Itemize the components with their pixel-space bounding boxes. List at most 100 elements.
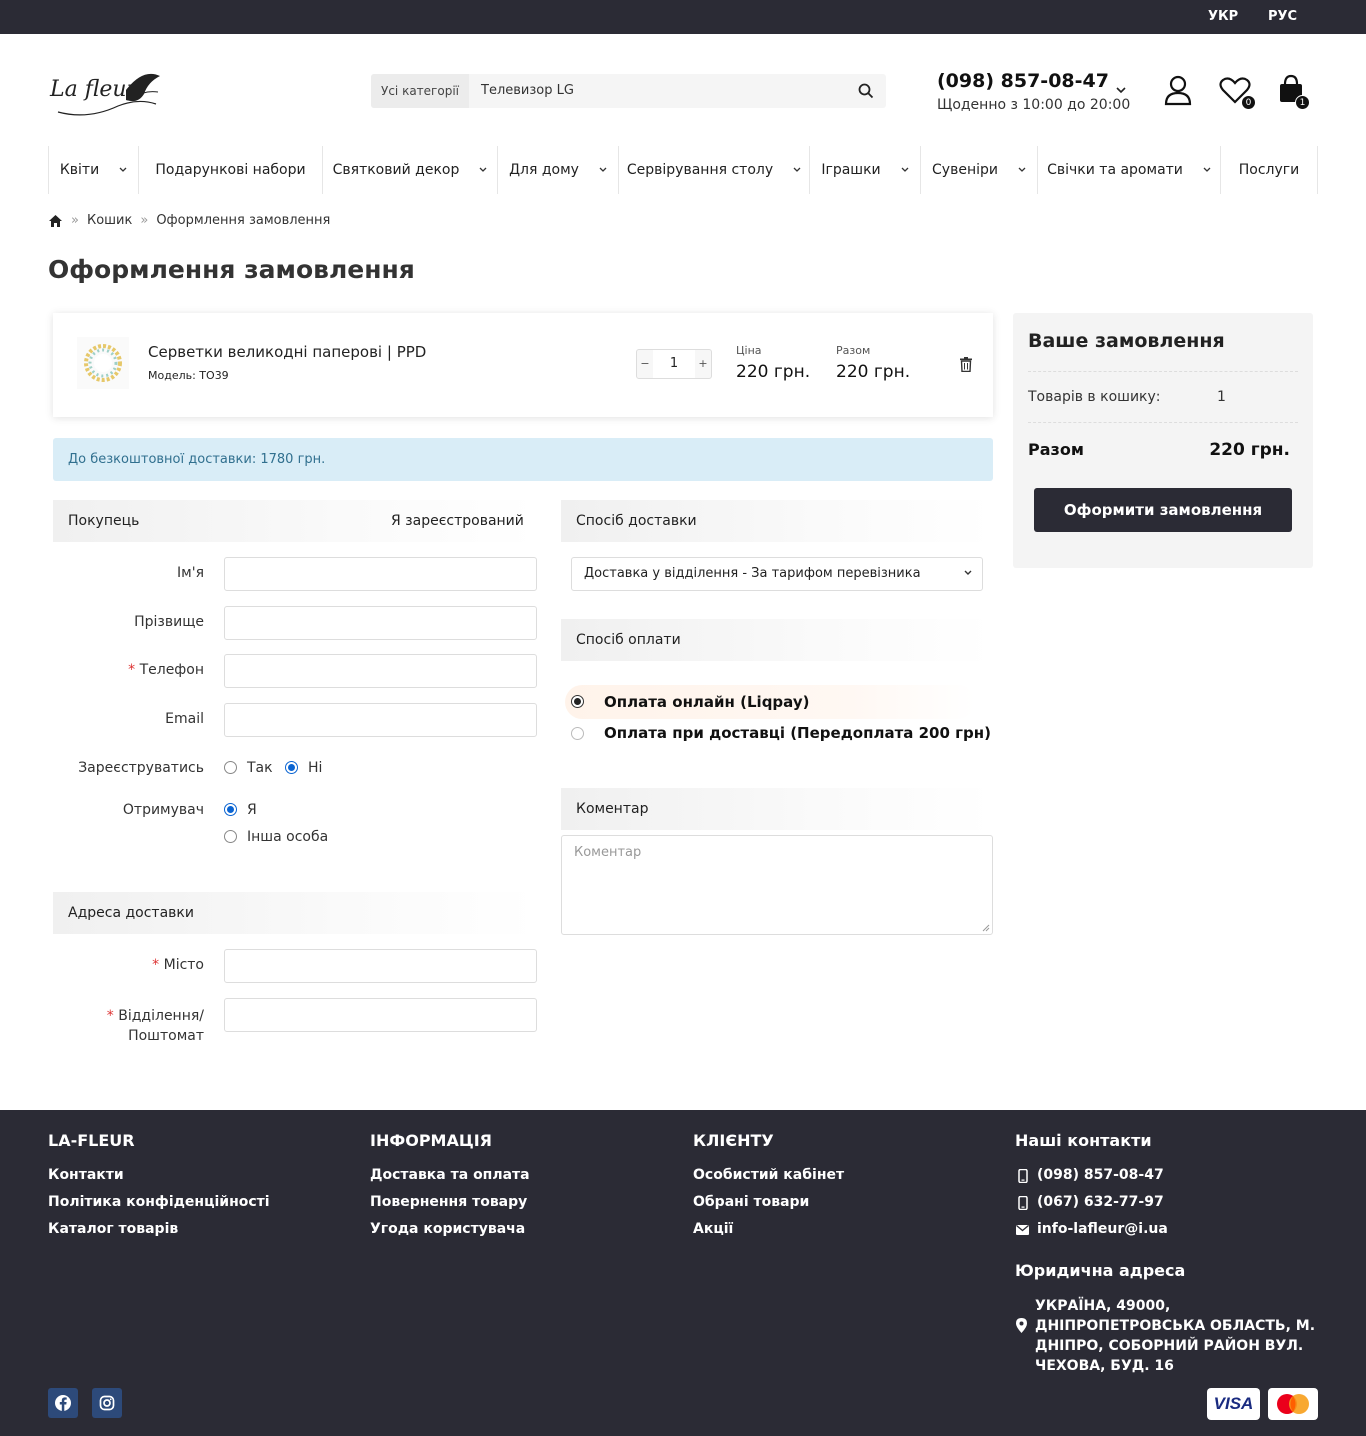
register-yes-label[interactable]: Так	[247, 760, 273, 776]
chevron-down-icon	[479, 167, 487, 172]
order-summary-panel: Ваше замовлення Товарів в кошику: 1 Разо…	[1013, 313, 1313, 568]
footer-link[interactable]: Особистий кабінет	[693, 1167, 844, 1183]
nav-item-label: Подарункові набори	[155, 162, 306, 178]
main-nav: Квіти Подарункові набори Святковий декор…	[48, 146, 1318, 194]
comment-textarea[interactable]: Коментар	[561, 835, 993, 935]
nav-item-gift-sets[interactable]: Подарункові набори	[138, 146, 322, 194]
required-asterisk: *	[128, 662, 140, 678]
payment-cod-radio[interactable]	[571, 727, 584, 740]
search-category-select[interactable]: Усі категорії	[371, 74, 469, 108]
comment-heading: Коментар	[576, 801, 649, 817]
header-phone[interactable]: (098) 857-08-47	[937, 70, 1109, 92]
footer-link[interactable]: Контакти	[48, 1167, 124, 1183]
qty-plus-button[interactable]: +	[695, 350, 711, 378]
footer-phone-2[interactable]: (067) 632-77-97	[1037, 1194, 1164, 1210]
recipient-other-radio[interactable]	[224, 830, 237, 843]
product-thumbnail[interactable]	[77, 337, 129, 389]
footer-link[interactable]: Каталог товарів	[48, 1221, 178, 1237]
phone-input[interactable]	[224, 654, 537, 688]
footer-link[interactable]: Доставка та оплата	[370, 1167, 530, 1183]
resize-handle-icon[interactable]	[982, 924, 990, 932]
search-bar: Усі категорії Телевизор LG	[371, 74, 886, 108]
chevron-down-icon[interactable]	[1116, 86, 1126, 94]
summary-items-label: Товарів в кошику:	[1028, 389, 1161, 405]
facebook-icon	[55, 1395, 71, 1411]
footer-link[interactable]: Угода користувача	[370, 1221, 525, 1237]
summary-total-label: Разом	[1028, 440, 1084, 459]
breadcrumb-separator: »	[71, 213, 79, 228]
footer-link[interactable]: Політика конфіденційності	[48, 1194, 270, 1210]
shipping-heading: Спосіб доставки	[576, 513, 697, 529]
registered-login-link[interactable]: Я зареєстрований	[391, 500, 524, 542]
home-icon[interactable]	[48, 214, 63, 228]
required-asterisk: *	[152, 957, 164, 973]
footer-contacts-title: Наші контакти	[1015, 1131, 1152, 1150]
nav-item-toys[interactable]: Іграшки	[809, 146, 920, 194]
facebook-link[interactable]	[48, 1388, 78, 1418]
search-input[interactable]: Телевизор LG	[481, 74, 574, 108]
line-total-value: 220 грн.	[836, 362, 911, 382]
top-bar: УКР РУС	[0, 0, 1366, 34]
branch-input[interactable]	[224, 998, 537, 1032]
wishlist-count-badge: 0	[1241, 95, 1256, 110]
nav-item-candles[interactable]: Свічки та аромати	[1037, 146, 1220, 194]
visa-card-logo: VISA	[1207, 1388, 1260, 1420]
email-label: Email	[165, 711, 204, 727]
qty-minus-button[interactable]: −	[637, 350, 653, 378]
branch-label: * Відділення/Поштомат	[24, 1006, 204, 1046]
footer-link[interactable]: Повернення товару	[370, 1194, 527, 1210]
city-input[interactable]	[224, 949, 537, 983]
footer-link[interactable]: Акції	[693, 1221, 733, 1237]
footer-phone-1[interactable]: (098) 857-08-47	[1037, 1167, 1164, 1183]
email-input[interactable]	[224, 703, 537, 737]
footer-legal-title: Юридична адреса	[1015, 1261, 1186, 1280]
site-footer: LA-FLEUR Контакти Політика конфіденційно…	[0, 1110, 1366, 1436]
instagram-link[interactable]	[92, 1388, 122, 1418]
last-name-label: Прізвище	[134, 614, 204, 630]
nav-item-flowers[interactable]: Квіти	[48, 146, 138, 194]
nav-item-label: Іграшки	[821, 162, 881, 178]
envelope-icon	[1016, 1225, 1029, 1235]
checkout-button[interactable]: Оформити замовлення	[1034, 488, 1292, 532]
cart-item-card: Серветки великодні паперові | PPD Модель…	[53, 313, 993, 417]
nav-item-souvenirs[interactable]: Сувеніри	[920, 146, 1037, 194]
shipping-method-select[interactable]: Доставка у відділення - За тарифом перев…	[571, 557, 983, 591]
last-name-input[interactable]	[224, 606, 537, 640]
qty-input[interactable]: 1	[653, 350, 695, 378]
lang-ru-link[interactable]: РУС	[1268, 9, 1297, 24]
free-shipping-notice: До безкоштовної доставки: 1780 грн.	[53, 438, 993, 481]
nav-item-holiday-decor[interactable]: Святковий декор	[322, 146, 497, 194]
product-name-link[interactable]: Серветки великодні паперові | PPD	[148, 343, 426, 361]
lang-uk-link[interactable]: УКР	[1208, 9, 1238, 24]
user-icon[interactable]	[1163, 74, 1193, 106]
nav-item-label: Свічки та аромати	[1047, 162, 1183, 178]
footer-email[interactable]: info-lafleur@i.ua	[1037, 1221, 1168, 1237]
nav-item-table-setting[interactable]: Сервірування столу	[618, 146, 809, 194]
nav-item-home[interactable]: Для дому	[497, 146, 618, 194]
breadcrumb-cart-link[interactable]: Кошик	[87, 213, 132, 228]
trash-icon[interactable]	[960, 357, 972, 372]
payment-liqpay-radio[interactable]	[571, 695, 584, 708]
footer-link[interactable]: Обрані товари	[693, 1194, 809, 1210]
register-label: Зареєструватись	[78, 760, 204, 776]
svg-text:La fleur: La fleur	[49, 77, 139, 102]
search-icon[interactable]	[858, 83, 874, 99]
register-yes-radio[interactable]	[224, 761, 237, 774]
recipient-me-label[interactable]: Я	[247, 802, 257, 818]
buyer-section-header: Покупець Я зареєстрований	[53, 500, 537, 542]
first-name-input[interactable]	[224, 557, 537, 591]
recipient-me-radio[interactable]	[224, 803, 237, 816]
summary-title: Ваше замовлення	[1028, 330, 1225, 352]
nav-item-label: Квіти	[59, 162, 100, 178]
recipient-other-label[interactable]: Інша особа	[247, 829, 328, 845]
city-label: * Місто	[24, 957, 204, 973]
register-no-label[interactable]: Ні	[308, 760, 322, 776]
register-no-radio[interactable]	[285, 761, 298, 774]
payment-cod-label[interactable]: Оплата при доставці (Передоплата 200 грн…	[604, 724, 991, 742]
shipping-method-value: Доставка у відділення - За тарифом перев…	[584, 566, 921, 581]
city-label-text: Місто	[163, 957, 204, 973]
map-pin-icon	[1016, 1318, 1027, 1333]
la-fleur-logo[interactable]: La fleur	[48, 60, 166, 124]
payment-liqpay-label[interactable]: Оплата онлайн (Liqpay)	[604, 693, 809, 711]
nav-item-services[interactable]: Послуги	[1220, 146, 1318, 194]
